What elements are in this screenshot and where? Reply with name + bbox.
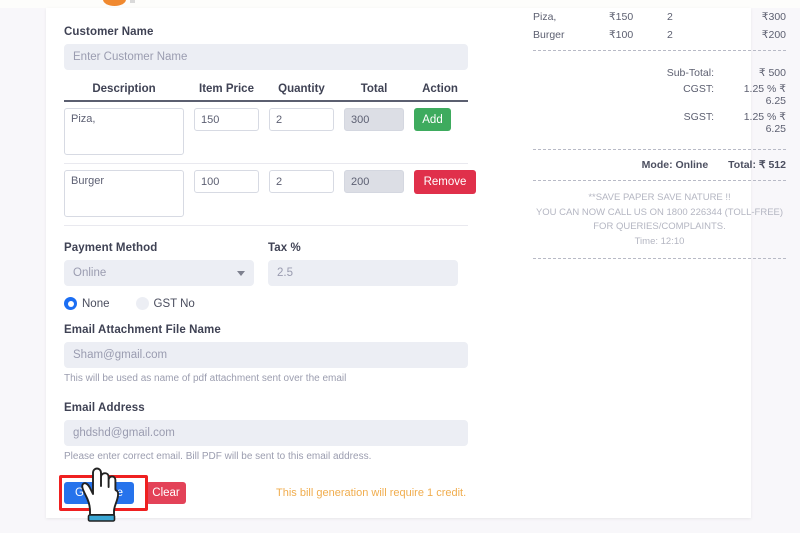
item-total-value: 200	[344, 170, 404, 193]
items-table-header: Description Item Price Quantity Total Ac…	[64, 83, 468, 102]
payment-and-tax-row: Payment Method Online Tax % 2.5	[64, 242, 468, 286]
email-address-label: Email Address	[64, 402, 145, 414]
payment-method-label: Payment Method	[64, 242, 158, 254]
receipt-subtotal-label: Sub-Total:	[666, 67, 714, 79]
receipt-item-name: Piza,	[533, 11, 557, 23]
form-actions: Generate Clear This bill generation will…	[59, 475, 468, 511]
receipt-item-name: Burger	[533, 29, 565, 41]
chevron-down-icon	[237, 270, 245, 276]
brand-logo-icon	[103, 0, 126, 6]
column-header-item-price: Item Price	[199, 83, 254, 95]
email-address-input[interactable]: ghdshd@gmail.com	[64, 420, 468, 446]
receipt-cgst-row: CGST: 1.25 % ₹ 6.25	[533, 81, 786, 109]
receipt-item-total: ₹200	[761, 29, 786, 41]
gst-choice-group: None GST No	[64, 297, 468, 310]
receipt-footer: **SAVE PAPER SAVE NATURE !! YOU CAN NOW …	[533, 187, 786, 252]
radio-option-gst-no-label: GST No	[153, 297, 195, 310]
email-address-help: Please enter correct email. Bill PDF wil…	[64, 451, 372, 462]
receipt-footer-line: Time: 12:10	[634, 236, 685, 248]
column-header-quantity: Quantity	[278, 83, 325, 95]
payment-method-value: Online	[73, 267, 107, 279]
receipt-cgst-label: CGST:	[683, 83, 714, 95]
bill-generator-card: Customer Name Enter Customer Name Descri…	[46, 8, 786, 518]
receipt-subtotal-row: Sub-Total: ₹ 500	[533, 65, 786, 81]
table-row: Piza, 150 2 300 Add	[64, 102, 468, 164]
mouse-cursor-hand-icon	[81, 467, 120, 522]
receipt-mode-total-row: Mode: Online Total: ₹ 512	[533, 156, 786, 174]
attachment-name-help: This will be used as name of pdf attachm…	[64, 373, 347, 384]
receipt-subtotal-value: ₹ 500	[758, 67, 786, 79]
item-quantity-input[interactable]: 2	[269, 108, 334, 131]
payment-method-group: Payment Method Online	[64, 242, 254, 286]
column-header-action: Action	[422, 83, 458, 95]
receipt-item-price: ₹150	[609, 11, 634, 23]
remove-item-button[interactable]: Remove	[414, 170, 476, 194]
app-screenshot: Customer Name Enter Customer Name Descri…	[0, 0, 800, 533]
receipt-footer-line: **SAVE PAPER SAVE NATURE !!	[588, 192, 731, 203]
receipt-footer-line: YOU CAN NOW CALL US ON 1800 226344 (TOLL…	[535, 206, 784, 233]
receipt-item-qty: 2	[667, 11, 673, 23]
receipt-sgst-label: SGST:	[683, 111, 714, 123]
tax-percent-label: Tax %	[268, 242, 301, 254]
receipt-item-total: ₹300	[761, 11, 786, 23]
receipt-cgst-value: 1.25 % ₹ 6.25	[743, 83, 786, 107]
receipt-item-price: ₹100	[609, 29, 634, 41]
receipt-divider	[533, 257, 786, 259]
row-action-cell: Add	[414, 108, 466, 131]
item-total-value: 300	[344, 108, 404, 131]
radio-option-none-label: None	[82, 297, 110, 310]
clear-button[interactable]: Clear	[146, 482, 186, 504]
tax-percent-group: Tax % 2.5	[268, 242, 458, 286]
column-header-description: Description	[92, 83, 156, 95]
attachment-name-input[interactable]: Sham@gmail.com	[64, 342, 468, 368]
column-header-total: Total	[360, 83, 388, 95]
page-header-strip	[0, 0, 800, 8]
receipt-item-qty: 2	[667, 29, 673, 41]
customer-name-input[interactable]: Enter Customer Name	[64, 44, 468, 70]
receipt-divider	[533, 180, 786, 181]
radio-option-gst-no[interactable]: GST No	[135, 297, 195, 310]
item-quantity-input[interactable]: 2	[269, 170, 334, 193]
receipt-divider	[533, 149, 786, 150]
page-background-left	[0, 8, 46, 533]
item-price-input[interactable]: 150	[194, 108, 259, 131]
tax-percent-input[interactable]: 2.5	[268, 260, 458, 286]
attachment-name-label: Email Attachment File Name	[64, 324, 221, 336]
item-description-input[interactable]: Piza,	[64, 108, 184, 155]
item-price-input[interactable]: 100	[194, 170, 259, 193]
receipt-sgst-value: 1.25 % ₹ 6.25	[743, 111, 786, 135]
radio-option-none[interactable]: None	[64, 297, 110, 310]
receipt-preview: Piza, ₹150 2 ₹300 Burger ₹100 2 ₹200 Sub…	[533, 8, 786, 265]
customer-name-label: Customer Name	[64, 26, 154, 38]
items-table: Description Item Price Quantity Total Ac…	[64, 83, 476, 226]
receipt-line-item: Piza, ₹150 2 ₹300	[533, 8, 786, 26]
table-row: Burger 100 2 200 Remove	[64, 164, 476, 226]
receipt-payment-mode: Mode: Online	[641, 159, 709, 171]
brand-logo-accent-icon	[130, 0, 135, 3]
receipt-grand-total: Total: ₹ 512	[728, 159, 786, 171]
receipt-sgst-row: SGST: 1.25 % ₹ 6.25	[533, 109, 786, 137]
radio-selected-icon[interactable]	[64, 297, 77, 310]
item-description-input[interactable]: Burger	[64, 170, 184, 217]
bill-form: Customer Name Enter Customer Name Descri…	[59, 26, 476, 511]
receipt-divider	[533, 50, 786, 51]
add-item-button[interactable]: Add	[414, 108, 451, 131]
receipt-line-item: Burger ₹100 2 ₹200	[533, 26, 786, 44]
row-action-cell: Remove	[414, 170, 476, 194]
credit-requirement-note: This bill generation will require 1 cred…	[276, 487, 467, 499]
payment-method-select[interactable]: Online	[64, 260, 254, 286]
radio-unselected-icon[interactable]	[135, 297, 149, 310]
